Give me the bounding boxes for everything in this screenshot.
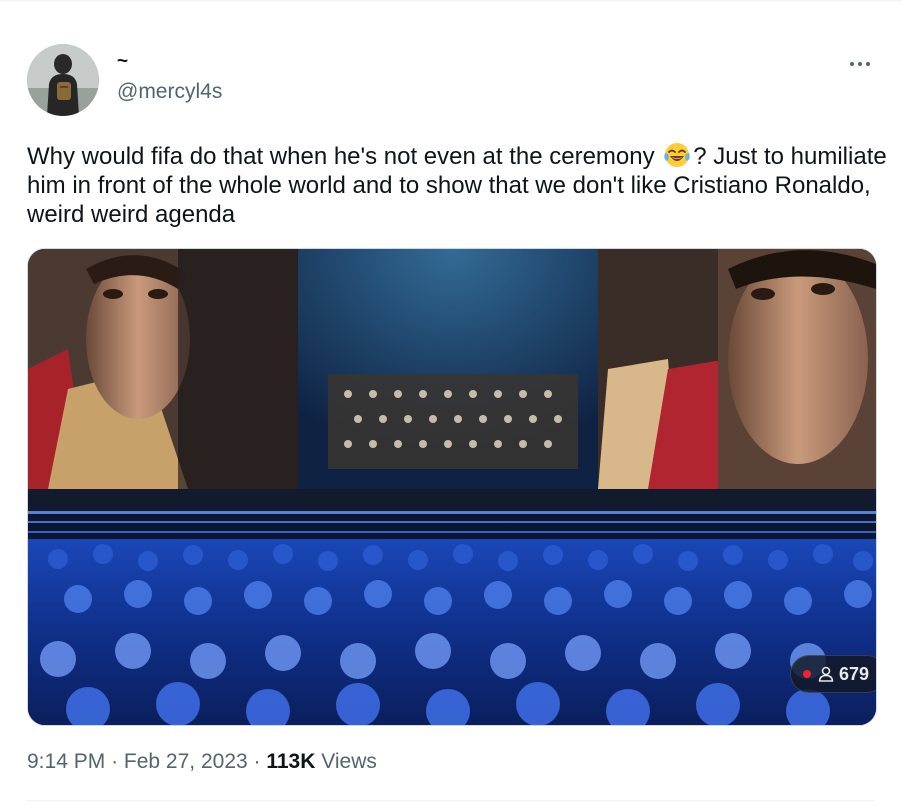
avatar[interactable]	[27, 44, 99, 116]
author-handle[interactable]: @mercyl4s	[117, 80, 222, 104]
views-count: 113K	[266, 750, 316, 773]
live-indicator-icon	[803, 670, 811, 678]
meta-separator: ·	[111, 750, 119, 773]
more-options-button[interactable]	[842, 50, 878, 78]
person-outline-icon	[817, 665, 835, 683]
tweet-text-part1: Why would fifa do that when he's not eve…	[27, 143, 662, 170]
viewer-count: 679	[839, 663, 870, 684]
top-divider	[0, 0, 902, 1]
meta-separator-2: ·	[253, 750, 261, 773]
views-label: Views	[321, 750, 377, 773]
tweet-card: ~ @mercyl4s Why would fifa do that when …	[0, 0, 902, 806]
author-display-name[interactable]: ~	[117, 51, 128, 73]
tweet-text: Why would fifa do that when he's not eve…	[27, 141, 887, 229]
bottom-divider	[27, 800, 875, 801]
more-horizontal-icon-dot	[858, 62, 862, 66]
face-with-tears-of-joy-icon	[663, 141, 691, 169]
more-horizontal-icon-dot	[866, 62, 870, 66]
more-horizontal-icon	[850, 62, 854, 66]
viewer-count-badge: 679	[790, 655, 876, 693]
tweet-metadata: 9:14 PM · Feb 27, 2023 · 113K Views	[27, 750, 377, 774]
tweet-time[interactable]: 9:14 PM	[27, 750, 105, 773]
tweet-date[interactable]: Feb 27, 2023	[124, 750, 248, 773]
tweet-media-image[interactable]: 679	[27, 248, 877, 726]
